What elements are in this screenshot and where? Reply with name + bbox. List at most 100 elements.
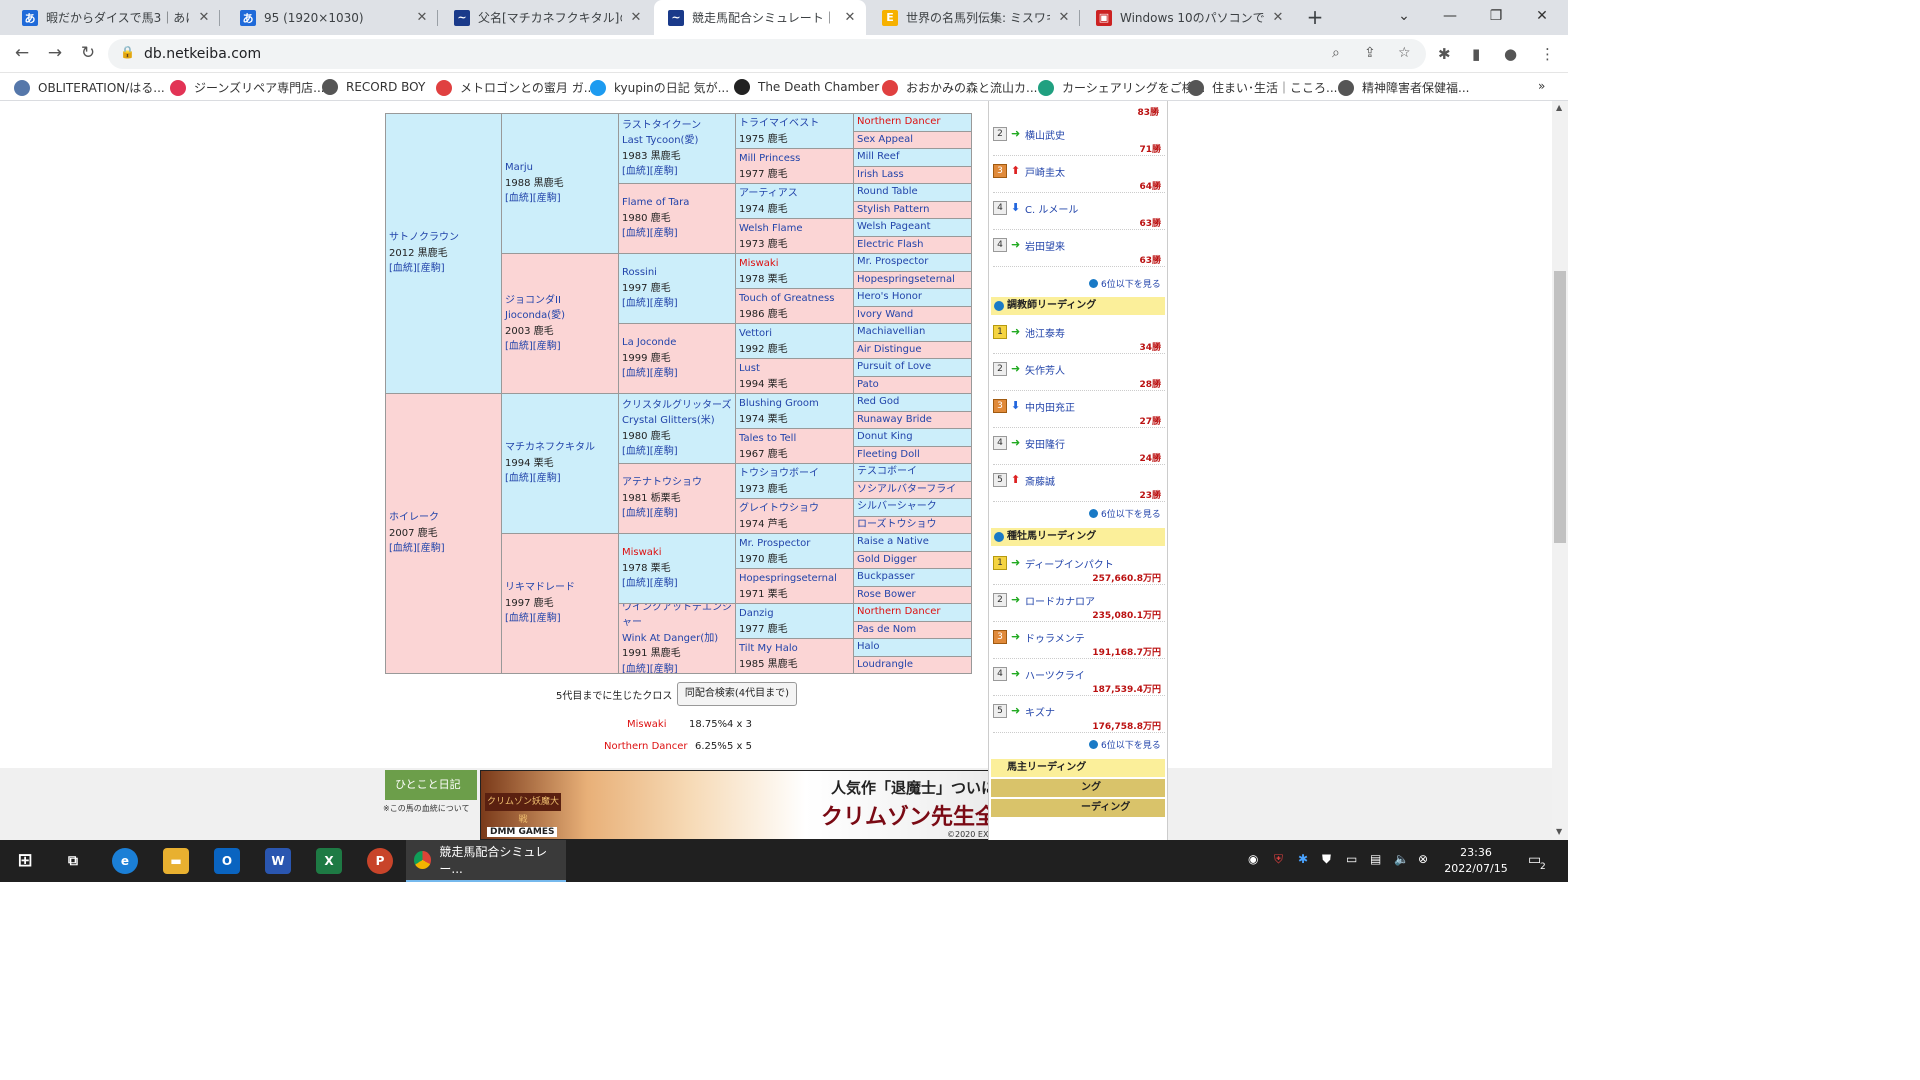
browser-tab[interactable]: あ暇だからダイスで馬3｜あにまん ✕ xyxy=(8,0,220,35)
horse-name-link[interactable]: La Joconde xyxy=(622,335,732,351)
horse-name-link[interactable]: Touch of Greatness xyxy=(739,291,850,307)
tab-close-icon[interactable]: ✕ xyxy=(842,10,858,25)
volume-icon[interactable]: 🔈 xyxy=(1394,852,1409,866)
horse-name-en-link[interactable]: Jioconda(愛) xyxy=(505,308,615,324)
bookmark-star-icon[interactable]: ☆ xyxy=(1398,45,1411,61)
horse-name-link[interactable]: Hero's Honor xyxy=(857,290,968,304)
browser-tab[interactable]: ~ 父名[マチカネフクキタル]の競走 ✕ xyxy=(440,0,652,35)
horse-name-link[interactable]: Irish Lass xyxy=(857,168,968,182)
mute-icon[interactable]: ⊗ xyxy=(1418,852,1428,866)
tab-close-icon[interactable]: ✕ xyxy=(414,10,430,25)
horse-name-link[interactable]: アーティアス xyxy=(739,186,850,202)
pedigree-progeny-links[interactable]: [血統][産駒] xyxy=(505,191,615,207)
horse-name-link[interactable]: トウショウボーイ xyxy=(739,466,850,482)
horse-name-link[interactable]: Round Table xyxy=(857,185,968,199)
horse-name-link[interactable]: Mill Reef xyxy=(857,150,968,164)
horse-name-link[interactable]: Mill Princess xyxy=(739,151,850,167)
horse-name-link[interactable]: トライマイベスト xyxy=(739,116,850,132)
leading-row[interactable]: 1 ➜ ディープインパクト 257,660.8万円 xyxy=(993,548,1165,585)
horse-name-link[interactable]: ホイレーク xyxy=(389,510,498,526)
pedigree-progeny-links[interactable]: [血統][産駒] xyxy=(389,261,498,277)
horse-name-link[interactable]: Stylish Pattern xyxy=(857,203,968,217)
bookmarks-more-icon[interactable]: » xyxy=(1538,79,1545,93)
leader-name-link[interactable]: ロードカナロア xyxy=(1025,593,1095,608)
leading-row[interactable]: 4 ➜ 安田隆行 24勝 xyxy=(993,428,1165,465)
bookmark-item[interactable]: The Death Chamber xyxy=(734,79,879,95)
profile-avatar-icon[interactable]: ● xyxy=(1504,45,1517,63)
leading-row[interactable]: 1 ➜ 池江泰寿 34勝 xyxy=(993,317,1165,354)
edge-icon[interactable]: e xyxy=(112,848,138,874)
leading-row[interactable]: 3 ➜ ドゥラメンテ 191,168.7万円 xyxy=(993,622,1165,659)
zoom-icon[interactable]: ⌕ xyxy=(1332,45,1340,61)
excel-icon[interactable]: X xyxy=(316,848,342,874)
leading-row[interactable]: 3 ⬇ 中内田充正 27勝 xyxy=(993,391,1165,428)
security-shield-icon[interactable]: ⛨ xyxy=(1274,852,1283,867)
leader-name-link[interactable]: 岩田望来 xyxy=(1025,238,1065,253)
leader-name-link[interactable]: 戸崎圭太 xyxy=(1025,164,1065,179)
outlook-icon[interactable]: O xyxy=(214,848,240,874)
leader-name-link[interactable]: 矢作芳人 xyxy=(1025,362,1065,377)
ad-banner[interactable]: クリムゾン妖魔大戦 DMM GAMES 人気作「退魔士」ついにゲーム化!! クリ… xyxy=(480,770,1072,840)
show-more-link[interactable]: 6位以下を見る xyxy=(1089,507,1161,520)
leading-row[interactable]: 3 ⬆ 戸崎圭太 64勝 xyxy=(993,156,1165,193)
horse-name-link[interactable]: Tilt My Halo xyxy=(739,641,850,657)
horse-name-link[interactable]: Miswaki xyxy=(739,256,850,272)
horse-name-link[interactable]: Welsh Flame xyxy=(739,221,850,237)
browser-tab[interactable]: E 世界の名馬列伝集: ミスワキ ✕ xyxy=(868,0,1080,35)
horse-name-link[interactable]: Vettori xyxy=(739,326,850,342)
horse-name-link[interactable]: マチカネフクキタル xyxy=(505,440,615,456)
bookmark-item[interactable]: カーシェアリングをご検... xyxy=(1038,79,1205,96)
tab-close-icon[interactable]: ✕ xyxy=(628,10,644,25)
horse-name-link[interactable]: ローズトウショウ xyxy=(857,518,968,532)
pedigree-progeny-links[interactable]: [血統][産駒] xyxy=(622,506,732,522)
bookmark-item[interactable]: 精神障害者保健福... xyxy=(1338,79,1469,96)
horse-name-link[interactable]: Donut King xyxy=(857,430,968,444)
pedigree-progeny-links[interactable]: [血統][産駒] xyxy=(505,611,615,627)
horse-name-link[interactable]: Ivory Wand xyxy=(857,308,968,322)
bookmark-item[interactable]: 住まい･生活｜こころ... xyxy=(1188,79,1337,96)
tab-close-icon[interactable]: ✕ xyxy=(1056,10,1072,25)
leading-row[interactable]: 5 ➜ キズナ 176,758.8万円 xyxy=(993,696,1165,733)
pedigree-progeny-links[interactable]: [血統][産駒] xyxy=(622,576,732,592)
leading-row[interactable]: 2 ➜ 矢作芳人 28勝 xyxy=(993,354,1165,391)
reload-icon[interactable]: ↻ xyxy=(76,42,100,66)
horse-name-link[interactable]: シルバーシャーク xyxy=(857,500,968,514)
minimize-button[interactable]: — xyxy=(1430,5,1470,29)
horse-name-link[interactable]: Hopespringseternal xyxy=(739,571,850,587)
tab-close-icon[interactable]: ✕ xyxy=(196,10,212,25)
horse-name-link[interactable]: Rossini xyxy=(622,265,732,281)
leader-name-link[interactable]: C. ルメール xyxy=(1025,201,1078,216)
back-icon[interactable]: ← xyxy=(10,42,34,66)
bookmark-item[interactable]: kyupinの日記 気が... xyxy=(590,79,729,96)
scrollbar-thumb[interactable] xyxy=(1554,271,1566,543)
word-icon[interactable]: W xyxy=(265,848,291,874)
horse-name-link[interactable]: Electric Flash xyxy=(857,238,968,252)
system-clock[interactable]: 23:36 2022/07/15 xyxy=(1444,845,1508,877)
defender-icon[interactable]: ⛊ xyxy=(1322,852,1331,867)
browser-tab[interactable]: あ 95 (1920×1030) ✕ xyxy=(226,0,438,35)
horse-name-link[interactable]: テスコボーイ xyxy=(857,465,968,479)
horse-name-link[interactable]: Mr. Prospector xyxy=(739,536,850,552)
leader-name-link[interactable]: 安田隆行 xyxy=(1025,436,1065,451)
horse-name-link[interactable]: Pursuit of Love xyxy=(857,360,968,374)
horse-name-link[interactable]: Mr. Prospector xyxy=(857,255,968,269)
horse-name-link[interactable]: Marju xyxy=(505,160,615,176)
leader-name-link[interactable]: ドゥラメンテ xyxy=(1025,630,1085,645)
bookmark-item[interactable]: OBLITERATION/はる... xyxy=(14,79,165,96)
leading-row[interactable]: 4 ⬇ C. ルメール 63勝 xyxy=(993,193,1165,230)
horse-name-link[interactable]: アテナトウショウ xyxy=(622,475,732,491)
forward-icon[interactable]: → xyxy=(43,42,67,66)
extensions-icon[interactable]: ✱ xyxy=(1438,45,1451,63)
pedigree-progeny-links[interactable]: [血統][産駒] xyxy=(622,164,732,180)
leader-name-link[interactable]: 斎藤誠 xyxy=(1025,473,1055,488)
bookmark-item[interactable]: ジーンズリペア専門店... xyxy=(170,79,325,96)
lock-icon[interactable]: 🔒 xyxy=(120,45,135,59)
horse-name-link[interactable]: Runaway Bride xyxy=(857,413,968,427)
horse-name-link[interactable]: Northern Dancer xyxy=(857,605,968,619)
horse-name-link[interactable]: Pato xyxy=(857,378,968,392)
leader-name-link[interactable]: 中内田充正 xyxy=(1025,399,1075,414)
cross-name[interactable]: Northern Dancer xyxy=(604,741,688,752)
scroll-up-icon[interactable]: ▲ xyxy=(1556,103,1562,112)
horse-name-link[interactable]: Sex Appeal xyxy=(857,133,968,147)
horse-name-link[interactable]: Rose Bower xyxy=(857,588,968,602)
